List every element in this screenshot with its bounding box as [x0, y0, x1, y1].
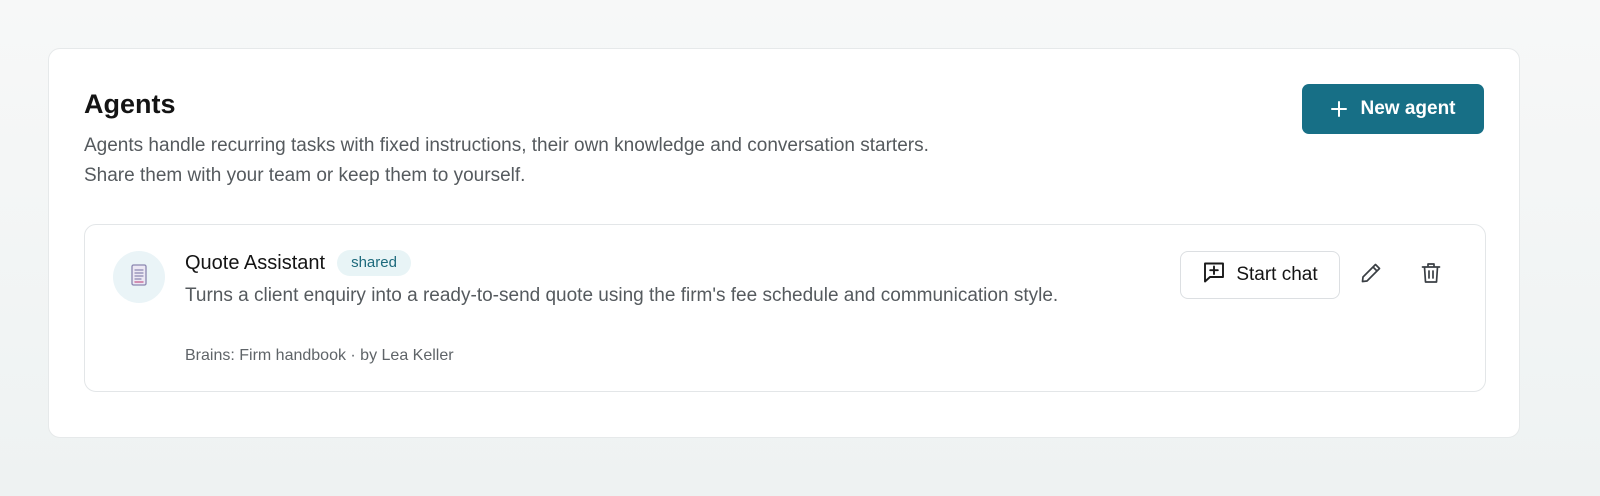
agents-panel: Agents Agents handle recurring tasks wit… [48, 48, 1520, 438]
message-plus-icon [1202, 261, 1226, 289]
edit-agent-button[interactable] [1354, 257, 1388, 291]
agent-name: Quote Assistant [185, 252, 326, 274]
status-badge: shared [337, 250, 411, 276]
page-title: Agents [84, 89, 176, 119]
agent-name-row: Quote Assistant shared [185, 249, 411, 277]
agent-meta: Brains: Firm handbook · by Lea Keller [185, 347, 454, 364]
agent-avatar [113, 251, 165, 303]
new-agent-button[interactable]: New agent [1302, 84, 1484, 134]
agent-description: Turns a client enquiry into a ready-to-s… [185, 285, 1059, 306]
new-agent-label: New agent [1360, 98, 1456, 119]
page-description: Agents handle recurring tasks with fixed… [84, 131, 1124, 191]
page-description-line: Agents handle recurring tasks with fixed… [84, 135, 929, 156]
document-icon [130, 263, 148, 292]
pencil-icon [1359, 261, 1383, 288]
delete-agent-button[interactable] [1414, 257, 1448, 291]
start-chat-button[interactable]: Start chat [1180, 251, 1340, 299]
page-description-line: Share them with your team or keep them t… [84, 165, 526, 186]
start-chat-label: Start chat [1236, 264, 1318, 285]
plus-icon [1330, 100, 1348, 118]
trash-icon [1420, 261, 1442, 288]
agent-card[interactable]: Quote Assistant shared Turns a client en… [84, 224, 1486, 392]
